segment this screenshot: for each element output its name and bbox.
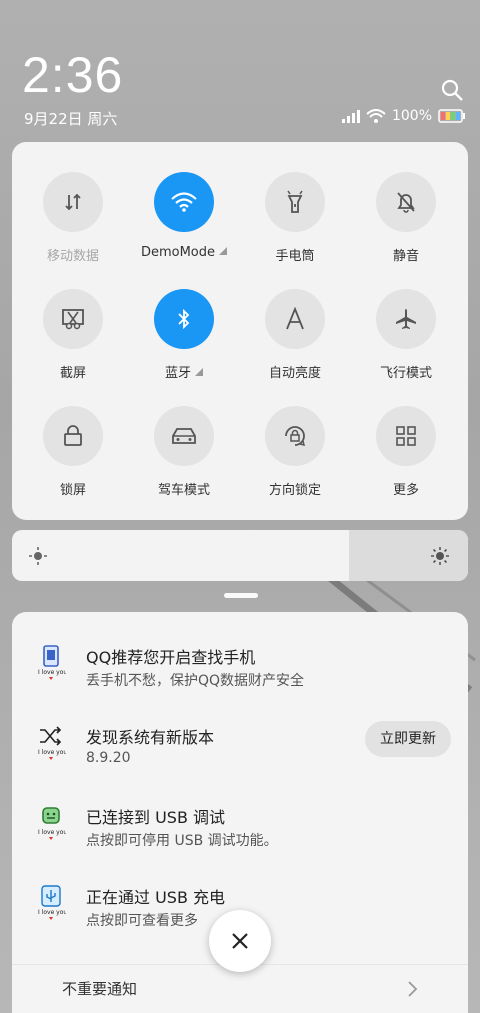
tile-label: 锁屏 — [59, 483, 86, 498]
tile-auto-brightness[interactable]: 自动亮度 — [240, 289, 350, 381]
expand-corner-icon — [195, 368, 203, 376]
tile-wifi[interactable]: DemoMode — [129, 172, 239, 260]
date: 9月22日 周六 — [24, 110, 118, 128]
notification-text: 8.9.20 — [86, 750, 131, 766]
notification-title: 已连接到 USB 调试 — [86, 808, 226, 827]
tile-label: 自动亮度 — [268, 366, 321, 381]
tile-bluetooth[interactable]: 蓝牙 — [129, 289, 239, 381]
svg-text:I love you: I love you — [38, 669, 66, 676]
update-now-button[interactable]: 立即更新 — [365, 721, 451, 757]
android-icon: I love you — [36, 804, 67, 842]
bluetooth-icon — [154, 289, 214, 349]
signal-icon — [341, 110, 360, 123]
tile-label: 移动数据 — [46, 249, 99, 264]
battery-icon — [438, 109, 465, 123]
svg-text:I love you: I love you — [38, 909, 66, 916]
tile-flashlight[interactable]: 手电筒 — [240, 172, 350, 264]
lock-icon — [43, 406, 103, 466]
status-icons: 100% — [341, 108, 466, 124]
tile-label: 手电筒 — [275, 249, 315, 264]
quick-settings-panel: 移动数据 DemoMode 手电筒 静音 截屏 蓝牙 自动亮度 飞行模式 锁屏 … — [12, 142, 468, 520]
battery-percent: 100% — [391, 108, 432, 124]
drag-handle[interactable] — [224, 593, 258, 598]
usb-icon: I love you — [36, 884, 67, 922]
shuffle-icon: I love you — [36, 724, 67, 762]
tile-more[interactable]: 更多 — [351, 406, 461, 498]
unimportant-notifications-label[interactable]: 不重要通知 — [62, 978, 137, 999]
phone-find-icon: I love you — [36, 644, 67, 682]
chevron-right-icon[interactable] — [405, 980, 419, 998]
car-icon — [154, 406, 214, 466]
tile-label: 方向锁定 — [268, 483, 321, 498]
auto-brightness-icon — [265, 289, 325, 349]
tile-airplane[interactable]: 飞行模式 — [351, 289, 461, 381]
wifi-status-icon — [366, 109, 386, 123]
tile-label: 飞行模式 — [379, 366, 432, 381]
rotation-lock-icon — [265, 406, 325, 466]
notification-item[interactable]: I love you 已连接到 USB 调试 点按即可停用 USB 调试功能。 — [12, 804, 468, 884]
brightness-slider[interactable] — [12, 530, 468, 581]
close-icon — [232, 933, 248, 949]
notification-text: 点按即可停用 USB 调试功能。 — [86, 833, 278, 849]
airplane-icon — [376, 289, 436, 349]
notification-text: 点按即可查看更多 — [86, 913, 198, 929]
mobile-data-icon — [43, 172, 103, 232]
tile-label: 静音 — [392, 249, 419, 264]
tile-label: 驾车模式 — [157, 483, 210, 498]
notification-item[interactable]: I love you QQ推荐您开启查找手机 丢手机不愁，保护QQ数据财产安全 — [12, 644, 468, 724]
clock: 2:36 — [22, 47, 124, 103]
svg-text:I love you: I love you — [38, 829, 66, 836]
grid-icon — [376, 406, 436, 466]
notification-title: 正在通过 USB 充电 — [86, 888, 226, 907]
mute-bell-icon — [376, 172, 436, 232]
screenshot-icon — [43, 289, 103, 349]
brightness-high-icon — [431, 547, 449, 565]
flashlight-icon — [265, 172, 325, 232]
tile-driving[interactable]: 驾车模式 — [129, 406, 239, 498]
brightness-low-icon — [29, 547, 47, 565]
notification-title: QQ推荐您开启查找手机 — [86, 648, 256, 667]
tile-label: 蓝牙 — [164, 366, 191, 381]
svg-text:I love you: I love you — [38, 749, 66, 756]
tile-label: 截屏 — [59, 366, 86, 381]
brightness-fill — [349, 530, 468, 581]
notification-text: 丢手机不愁，保护QQ数据财产安全 — [86, 673, 305, 689]
tile-rotation-lock[interactable]: 方向锁定 — [240, 406, 350, 498]
clear-all-button[interactable] — [209, 910, 271, 972]
expand-corner-icon — [219, 247, 228, 255]
tile-mute[interactable]: 静音 — [351, 172, 461, 264]
tile-lock[interactable]: 锁屏 — [18, 406, 128, 498]
wifi-icon — [154, 172, 214, 232]
notification-title: 发现系统有新版本 — [86, 728, 215, 747]
search-icon[interactable] — [440, 78, 464, 102]
tile-label: 更多 — [392, 483, 419, 498]
notification-item[interactable]: I love you 发现系统有新版本 8.9.20 立即更新 — [12, 721, 468, 804]
tile-label: DemoMode — [140, 245, 216, 260]
tile-mobile-data[interactable]: 移动数据 — [18, 172, 128, 264]
tile-screenshot[interactable]: 截屏 — [18, 289, 128, 381]
